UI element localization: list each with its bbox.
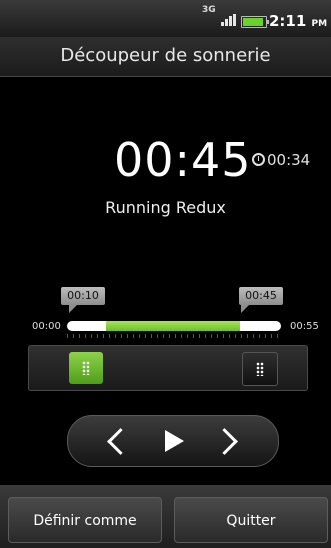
- selected-range: [106, 321, 240, 331]
- page-title: Découpeur de sonnerie: [60, 45, 271, 66]
- play-icon: [164, 430, 184, 452]
- range-scrubber[interactable]: [28, 345, 308, 391]
- quit-button[interactable]: Quitter: [174, 497, 328, 543]
- grip-icon: [82, 361, 90, 375]
- status-bar: 3G 2:11 PM: [0, 0, 331, 37]
- signal-icon: [221, 14, 236, 26]
- bottom-action-bar: Définir comme Quitter: [0, 485, 331, 548]
- network-type: 3G: [202, 5, 216, 15]
- track-end-time: 00:55: [290, 321, 319, 332]
- grip-icon: [256, 362, 264, 376]
- previous-button[interactable]: [86, 416, 148, 466]
- battery-icon: [241, 16, 269, 28]
- start-marker-label: 00:10: [61, 287, 105, 313]
- current-time: 00:45: [114, 133, 252, 187]
- track-ticks: [67, 334, 281, 338]
- chevron-left-icon: [106, 427, 134, 455]
- track-start-time: 00:00: [32, 321, 61, 332]
- trimmer-panel: 00:45 00:34 Running Redux 00:10 00:45 00…: [0, 77, 331, 485]
- start-handle[interactable]: [69, 352, 103, 384]
- status-clock: 2:11 PM: [269, 12, 328, 30]
- next-button[interactable]: [196, 416, 258, 466]
- stopwatch-icon: [252, 153, 265, 166]
- play-button[interactable]: [141, 416, 203, 466]
- end-handle[interactable]: [242, 352, 278, 386]
- clip-duration: 00:34: [252, 151, 310, 169]
- range-track: [67, 321, 281, 331]
- set-as-button[interactable]: Définir comme: [8, 497, 162, 543]
- end-marker-label: 00:45: [239, 287, 283, 313]
- transport-controls: [67, 415, 279, 467]
- chevron-right-icon: [210, 427, 238, 455]
- song-title: Running Redux: [105, 198, 226, 217]
- title-bar: Découpeur de sonnerie: [0, 37, 331, 77]
